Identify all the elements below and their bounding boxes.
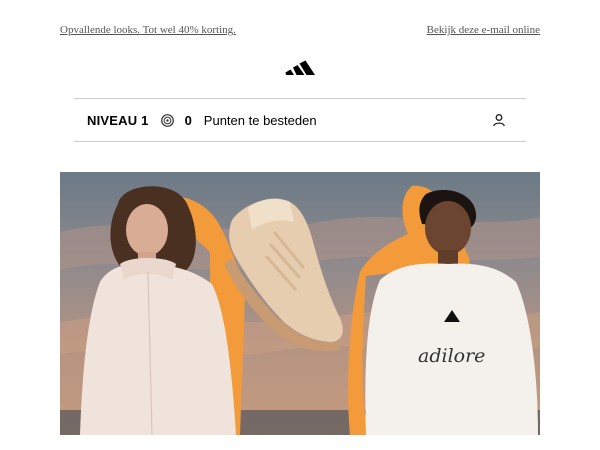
hero-banner-image[interactable]: adilore bbox=[60, 172, 540, 435]
promo-link[interactable]: Opvallende looks. Tot wel 40% korting. bbox=[60, 24, 236, 36]
loyalty-bar: NIVEAU 1 0 Punten te besteden bbox=[74, 98, 526, 142]
shirt-script-text: adilore bbox=[418, 345, 485, 367]
adidas-logo-icon[interactable] bbox=[284, 58, 316, 78]
points-count: 0 bbox=[184, 112, 192, 128]
loyalty-level: NIVEAU 1 bbox=[87, 112, 149, 128]
view-online-link[interactable]: Bekijk deze e-mail online bbox=[427, 24, 540, 36]
user-icon[interactable] bbox=[492, 113, 506, 127]
points-coin-icon bbox=[160, 113, 174, 127]
email-header-links: Opvallende looks. Tot wel 40% korting. B… bbox=[60, 22, 540, 38]
points-label: Punten te besteden bbox=[203, 112, 317, 128]
